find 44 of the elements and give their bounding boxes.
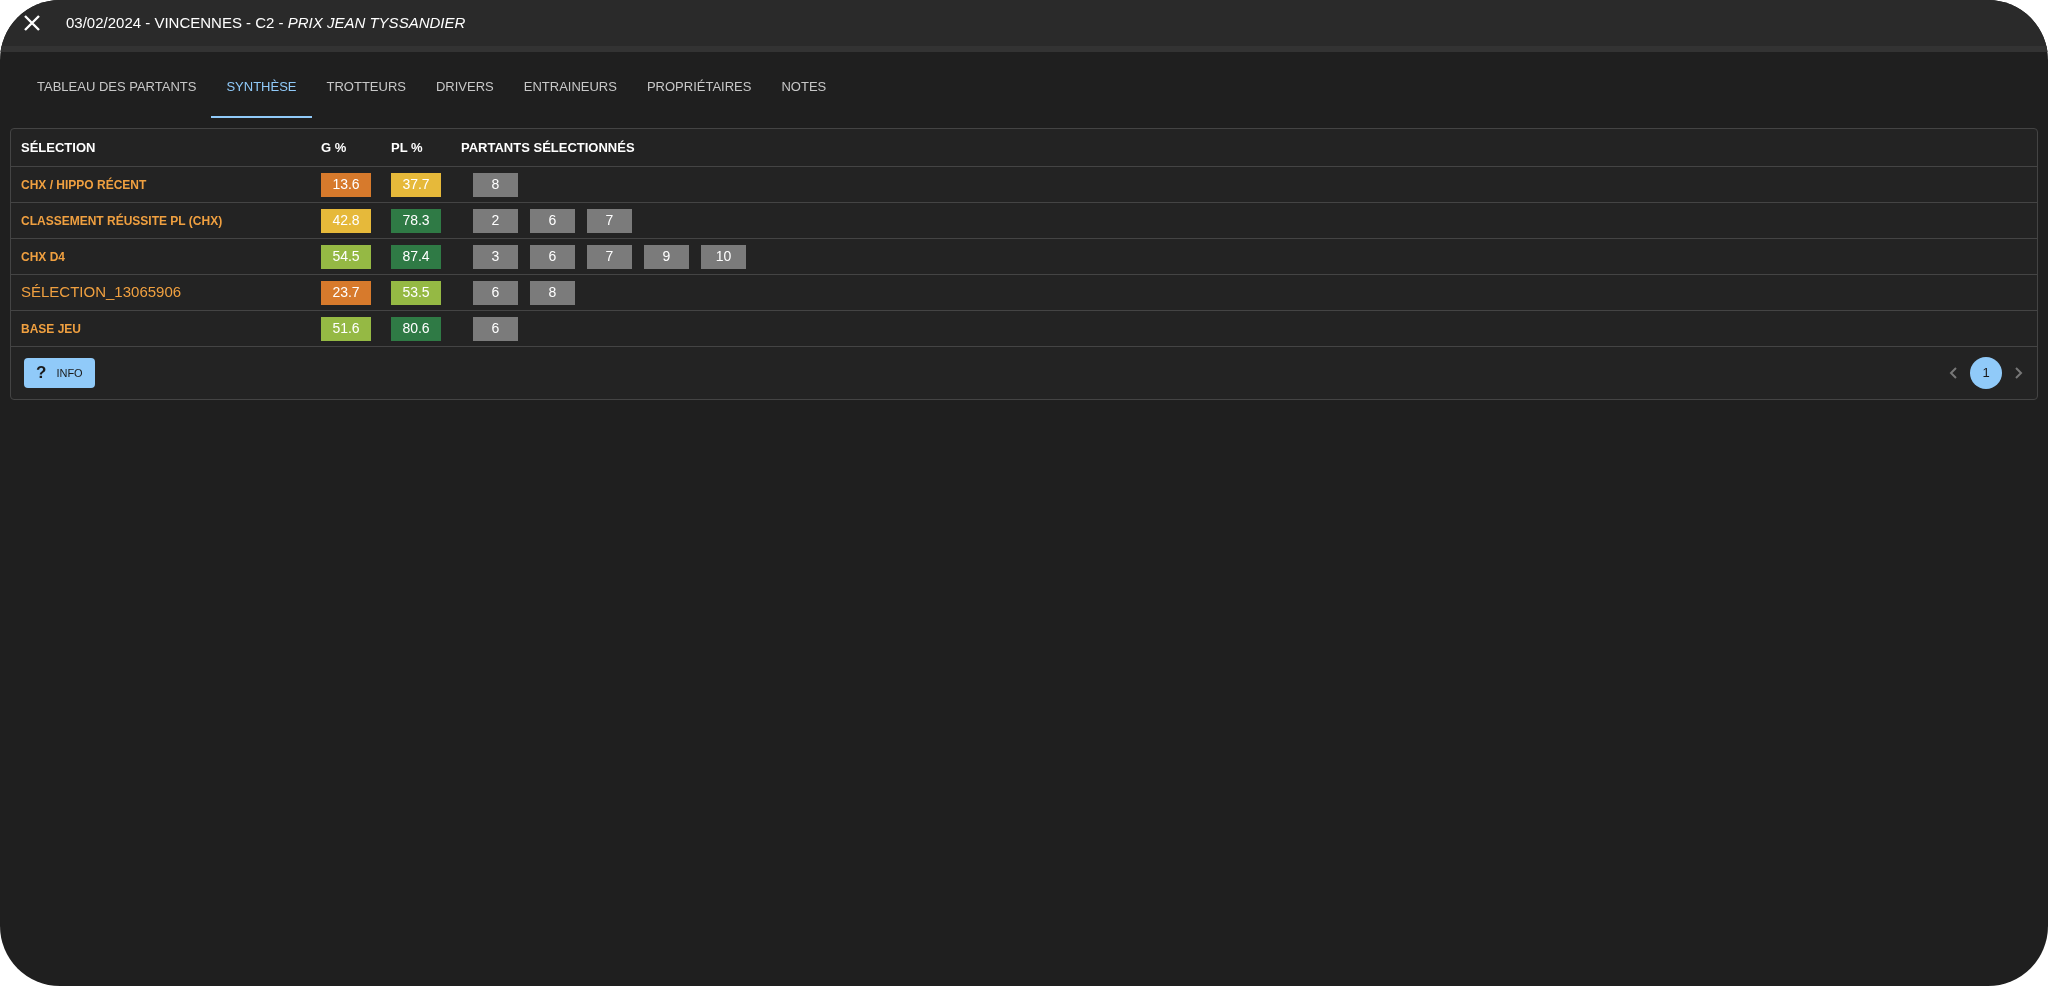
tab[interactable]: ENTRAINEURS <box>508 58 632 118</box>
page-button[interactable]: 1 <box>1970 357 2002 389</box>
tab[interactable]: NOTES <box>766 58 842 118</box>
column-header: SÉLECTION <box>20 138 97 157</box>
runner-number: 8 <box>473 172 518 197</box>
previous-page-icon[interactable] <box>1948 366 1960 380</box>
info-button[interactable]: ? INFO <box>24 358 95 388</box>
runner-number: 6 <box>530 244 575 269</box>
percentage-badge: 37.7 <box>391 172 441 197</box>
percentage-badge: 78.3 <box>391 208 441 233</box>
next-page-icon[interactable] <box>2012 366 2024 380</box>
column-header: PARTANTS SÉLECTIONNÉS <box>461 138 635 157</box>
selection-name: SÉLECTION_13065906 <box>20 282 183 303</box>
runner-number: 6 <box>473 316 518 341</box>
percentage-badge: 23.7 <box>321 280 371 305</box>
selection-name: CHX D4 <box>20 248 66 266</box>
percentage-badge: 42.8 <box>321 208 371 233</box>
tab[interactable]: SYNTHÈSE <box>211 58 312 118</box>
runner-number: 7 <box>587 244 632 269</box>
runner-number: 9 <box>644 244 689 269</box>
selection-name: CHX / HIPPO RÉCENT <box>20 176 148 194</box>
tab[interactable]: PROPRIÉTAIRES <box>631 58 767 118</box>
column-header: G % <box>321 138 348 157</box>
percentage-badge: 53.5 <box>391 280 441 305</box>
close-icon[interactable] <box>22 13 42 33</box>
tab[interactable]: DRIVERS <box>420 58 509 118</box>
runner-number: 7 <box>587 208 632 233</box>
selection-name: CLASSEMENT RÉUSSITE PL (CHX) <box>20 212 224 230</box>
runner-number: 6 <box>530 208 575 233</box>
column-header: PL % <box>391 138 424 157</box>
runner-number: 10 <box>701 244 746 269</box>
percentage-badge: 13.6 <box>321 172 371 197</box>
percentage-badge: 80.6 <box>391 316 441 341</box>
runner-number: 2 <box>473 208 518 233</box>
percentage-badge: 54.5 <box>321 244 371 269</box>
runner-number: 6 <box>473 280 518 305</box>
selection-name: BASE JEU <box>20 320 83 338</box>
runner-number: 8 <box>530 280 575 305</box>
tab[interactable]: TROTTEURS <box>311 58 421 118</box>
percentage-badge: 51.6 <box>321 316 371 341</box>
tab[interactable]: TABLEAU DES PARTANTS <box>22 58 212 118</box>
runner-number: 3 <box>473 244 518 269</box>
window-title: 03/02/2024 - VINCENNES - C2 - PRIX JEAN TYSSANDIER <box>66 12 466 33</box>
percentage-badge: 87.4 <box>391 244 441 269</box>
